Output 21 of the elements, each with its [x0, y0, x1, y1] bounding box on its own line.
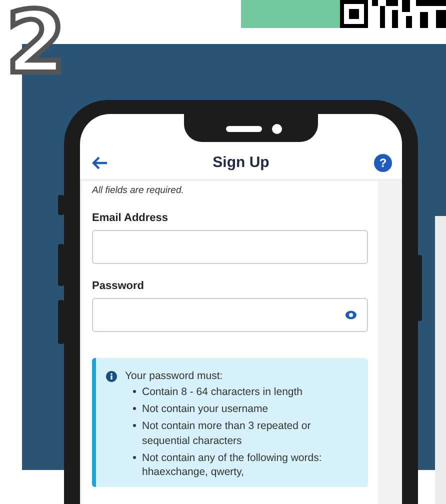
camera-icon — [272, 124, 282, 134]
speaker-icon — [226, 126, 262, 132]
rule-text: Not contain more than 3 repeated or sequential characters — [142, 419, 312, 448]
input-field[interactable] — [92, 298, 368, 332]
back-arrow-icon[interactable] — [92, 156, 108, 170]
eye-icon[interactable] — [345, 310, 357, 320]
bullet-icon — [133, 424, 136, 428]
bullet-icon — [133, 390, 136, 393]
rule-text: Not contain your username — [142, 402, 270, 416]
bullet-icon — [133, 407, 136, 410]
screen-title: Sign Up — [212, 154, 270, 171]
info-icon — [106, 371, 117, 382]
help-button[interactable]: ? — [374, 154, 392, 172]
rules-heading: Your password must: — [125, 370, 224, 382]
input-field[interactable] — [92, 230, 368, 264]
rule-text: Contain 8 - 64 characters in length — [142, 385, 304, 400]
field-label: Password — [92, 280, 144, 292]
field-label: Email Address — [92, 212, 168, 224]
rule-text: Not contain any of the following words: hhaexchange, qwerty, — [142, 450, 323, 480]
bullet-icon — [133, 456, 136, 459]
required-note: All fields are required. — [92, 185, 185, 196]
